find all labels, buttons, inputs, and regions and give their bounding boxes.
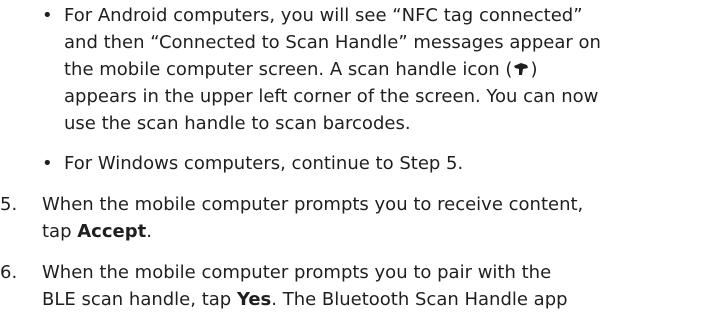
text-segment: the mobile computer screen. A scan handl… — [64, 59, 513, 80]
step-number: 6. — [0, 262, 18, 283]
bullet-text: For Windows computers, continue to Step … — [64, 150, 712, 177]
text-segment: . — [146, 221, 152, 242]
bullet-windows: • For Windows computers, continue to Ste… — [42, 150, 712, 177]
text-line: tap Accept. — [42, 218, 715, 245]
step-number: 5. — [0, 194, 18, 215]
text-line: For Android computers, you will see “NFC… — [64, 5, 583, 26]
text-line: use the scan handle to scan barcodes. — [64, 113, 411, 134]
step-6: 6. When the mobile computer prompts you … — [0, 259, 715, 313]
bullet-text: For Android computers, you will see “NFC… — [64, 2, 712, 137]
instruction-page: • For Android computers, you will see “N… — [0, 0, 723, 332]
text-line: When the mobile computer prompts you to … — [42, 194, 584, 215]
bullet-marker: • — [42, 153, 53, 174]
text-line: the mobile computer screen. A scan handl… — [64, 56, 712, 83]
text-line: appears in the upper left corner of the … — [64, 86, 599, 107]
text-line: When the mobile computer prompts you to … — [42, 262, 552, 283]
text-segment: tap — [42, 221, 78, 242]
scan-handle-icon — [514, 63, 529, 75]
step-text: When the mobile computer prompts you to … — [42, 259, 715, 313]
text-line: and then “Connected to Scan Handle” mess… — [64, 32, 601, 53]
ui-term-yes: Yes — [236, 289, 272, 310]
step-text: When the mobile computer prompts you to … — [42, 191, 715, 245]
text-segment: . The Bluetooth Scan Handle app — [271, 289, 568, 310]
ui-term-accept: Accept — [77, 221, 147, 242]
text-line: For Windows computers, continue to Step … — [64, 153, 464, 174]
text-segment: BLE scan handle, tap — [42, 289, 237, 310]
text-line: BLE scan handle, tap Yes. The Bluetooth … — [42, 286, 715, 313]
step-5: 5. When the mobile computer prompts you … — [0, 191, 715, 245]
bullet-marker: • — [42, 5, 53, 26]
bullet-android: • For Android computers, you will see “N… — [42, 2, 712, 137]
text-segment: ) — [530, 59, 538, 80]
